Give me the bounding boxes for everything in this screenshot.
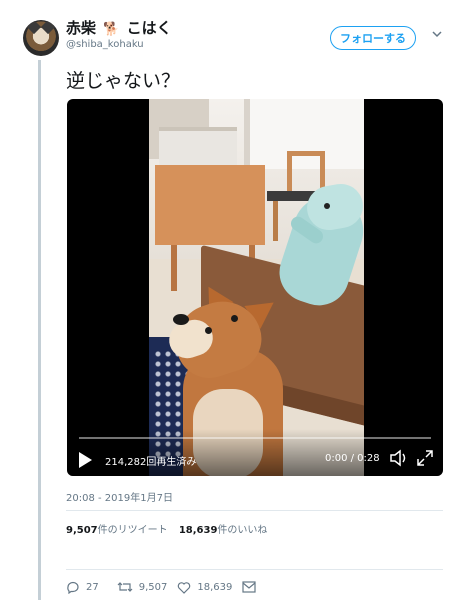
user-handle[interactable]: @shiba_kohaku [66, 39, 144, 50]
tweet-timestamp[interactable]: 20:08 - 2019年1月7日 [66, 489, 173, 504]
dog-eye [205, 327, 212, 334]
display-name[interactable]: 赤柴 🐕 こはく [66, 17, 172, 38]
dog-nose [173, 314, 189, 325]
divider [66, 510, 443, 511]
play-icon[interactable] [79, 452, 92, 468]
video-progress-bar[interactable] [79, 437, 431, 439]
retweets-label: 件のリツイート [97, 525, 168, 536]
likes-count[interactable]: 18,639 [179, 525, 218, 536]
like-button[interactable]: 18,639 [177, 581, 232, 594]
dm-icon [242, 581, 256, 593]
dog-eye [231, 315, 238, 322]
thread-line [38, 60, 41, 600]
scene-table-leg [171, 245, 177, 291]
display-name-a: 赤柴 [66, 19, 97, 37]
avatar-ear-right [40, 20, 56, 35]
retweets-count[interactable]: 9,507 [66, 525, 98, 536]
fullscreen-icon[interactable] [416, 449, 434, 467]
reply-button[interactable]: 27 [66, 580, 99, 594]
tweet-actions: 27 9,507 18,639 [66, 578, 272, 596]
like-icon [178, 581, 191, 594]
reply-count: 27 [86, 581, 99, 593]
video-frame [149, 99, 364, 476]
display-name-b: こはく [126, 19, 172, 37]
retweet-count: 9,507 [138, 581, 168, 593]
plush-toy-eye [324, 203, 330, 209]
like-count: 18,639 [197, 581, 233, 593]
scene-chair-back [287, 151, 325, 191]
avatar[interactable] [23, 20, 59, 56]
dm-button[interactable] [242, 581, 262, 593]
reply-icon [67, 581, 79, 594]
view-count: 214,282回再生済み [105, 457, 197, 468]
video-player[interactable]: 214,282回再生済み 0:00 / 0:28 [67, 99, 443, 476]
divider [66, 569, 443, 570]
tweet-text: 逆じゃない？ [66, 70, 181, 92]
follow-button[interactable]: フォローする [330, 26, 416, 50]
likes-label: 件のいいね [217, 525, 268, 536]
engagement-stats: 9,507件のリツイート 18,639件のいいね [66, 521, 267, 536]
scene-chair-leg [273, 201, 278, 241]
avatar-ear-left [26, 20, 42, 35]
volume-icon[interactable] [389, 449, 409, 467]
scene-table [155, 165, 265, 245]
retweet-icon [117, 582, 133, 592]
video-time: 0:00 / 0:28 [325, 453, 380, 464]
chevron-down-icon[interactable] [431, 28, 443, 42]
retweet-button[interactable]: 9,507 [117, 580, 168, 594]
dog-emoji-icon: 🐕 [103, 22, 120, 37]
